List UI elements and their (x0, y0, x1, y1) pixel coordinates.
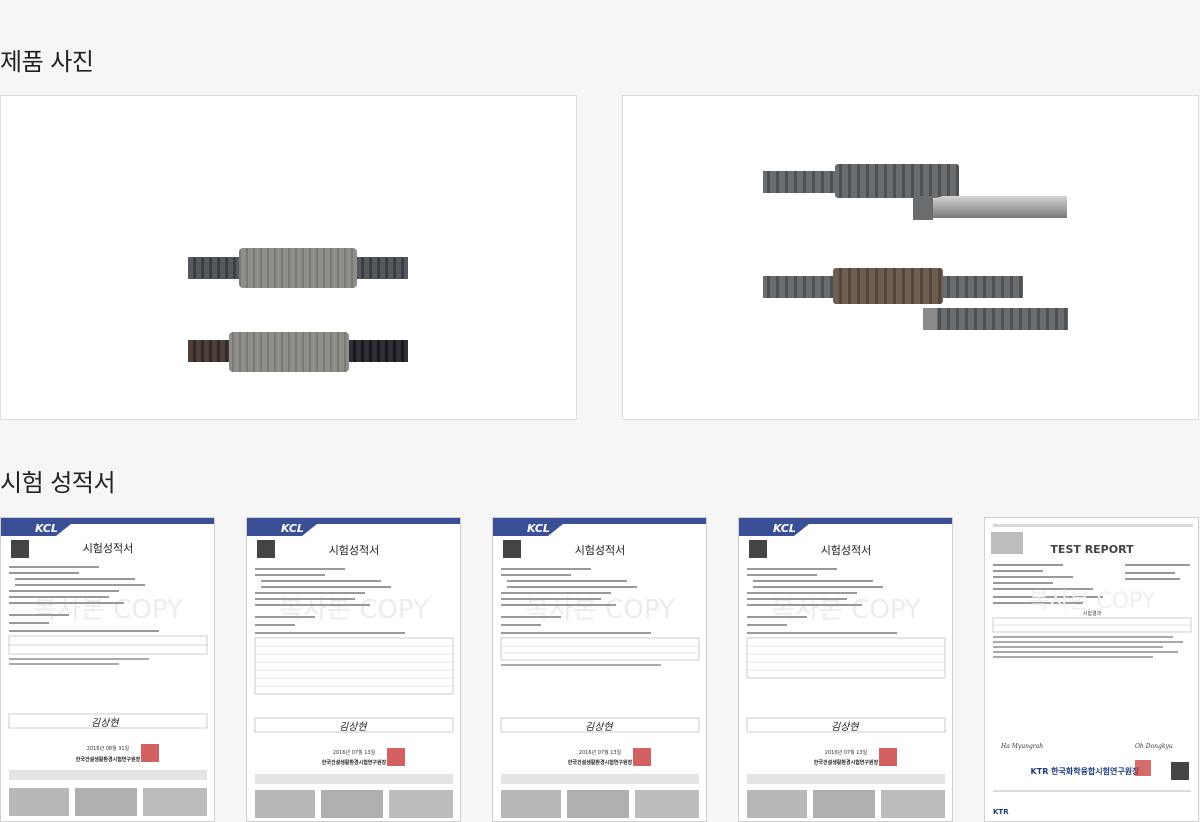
certificate-date: 2016년 08월 31일 (87, 745, 130, 752)
test-report-thumbnail-4[interactable]: KCL 시험성적서 복사본 COPY 김상현 2016년 07월 13일 한국건… (738, 517, 953, 822)
certificate-date: 2016년 07월 13일 (333, 749, 376, 756)
product-photo-tensile-test (622, 95, 1199, 420)
watermark: 복사본 COPY (33, 595, 183, 625)
certificate-org: 한국건설생활환경시험연구원장 (76, 756, 141, 763)
svg-text:김상현: 김상현 (831, 721, 860, 733)
svg-text:김상현: 김상현 (91, 717, 120, 729)
rebar-coupler-image (188, 248, 408, 372)
test-report-thumbnail-1[interactable]: KCL 시험성적서 복사본 COPY 김상현 2016년 08월 31일 한국건… (0, 517, 215, 822)
report-title: TEST REPORT (1050, 543, 1134, 556)
certificate-date: 2016년 07월 13일 (825, 749, 868, 756)
certificate-org: 한국건설생활환경시험연구원장 (568, 759, 633, 766)
kcl-certificate-image: KCL 시험성적서 복사본 COPY 김상현 2016년 07월 13일 한국건… (247, 518, 460, 821)
kcl-logo: KCL (35, 522, 58, 535)
certificate-org: 한국건설생활환경시험연구원장 (814, 759, 879, 766)
test-report-thumbnail-5[interactable]: TEST REPORT 시험결과 복사본 COPY Ha Myungrah Oh… (984, 517, 1199, 822)
kcl-logo: KCL (527, 522, 550, 535)
kcl-certificate-image: KCL 시험성적서 복사본 COPY 김상현 2016년 07월 13일 한국건… (493, 518, 706, 821)
watermark: 복사본 COPY (1029, 589, 1156, 614)
product-photo-couplers (0, 95, 577, 420)
ktr-test-report-image: TEST REPORT 시험결과 복사본 COPY Ha Myungrah Oh… (985, 518, 1198, 821)
test-reports-heading: 시험 성적서 (0, 469, 116, 497)
svg-text:김상현: 김상현 (585, 721, 614, 733)
test-report-thumbnail-3[interactable]: KCL 시험성적서 복사본 COPY 김상현 2016년 07월 13일 한국건… (492, 517, 707, 822)
kcl-certificate-image: KCL 시험성적서 복사본 COPY 김상현 2016년 08월 31일 한국건… (1, 518, 214, 821)
svg-text:Oh Dongkyu: Oh Dongkyu (1135, 743, 1173, 750)
certificate-title: 시험성적서 (83, 542, 134, 555)
tensile-test-sample-image (763, 164, 1068, 330)
certificate-title: 시험성적서 (329, 544, 380, 557)
certificate-title: 시험성적서 (821, 544, 872, 557)
certificate-date: 2016년 07월 13일 (579, 749, 622, 756)
kcl-logo: KCL (281, 522, 304, 535)
svg-text:KTR: KTR (993, 808, 1009, 816)
svg-text:김상현: 김상현 (339, 721, 368, 733)
kcl-logo: KCL (773, 522, 796, 535)
svg-text:Ha Myungrah: Ha Myungrah (1000, 743, 1043, 750)
ktr-org: KTR 한국화학융합시험연구원장 (1031, 766, 1141, 776)
certificate-org: 한국건설생활환경시험연구원장 (322, 759, 387, 766)
product-photos-heading: 제품 사진 (0, 48, 94, 76)
test-report-thumbnail-2[interactable]: KCL 시험성적서 복사본 COPY 김상현 2016년 07월 13일 한국건… (246, 517, 461, 822)
kcl-certificate-image: KCL 시험성적서 복사본 COPY 김상현 2016년 07월 13일 한국건… (739, 518, 952, 821)
certificate-title: 시험성적서 (575, 544, 626, 557)
